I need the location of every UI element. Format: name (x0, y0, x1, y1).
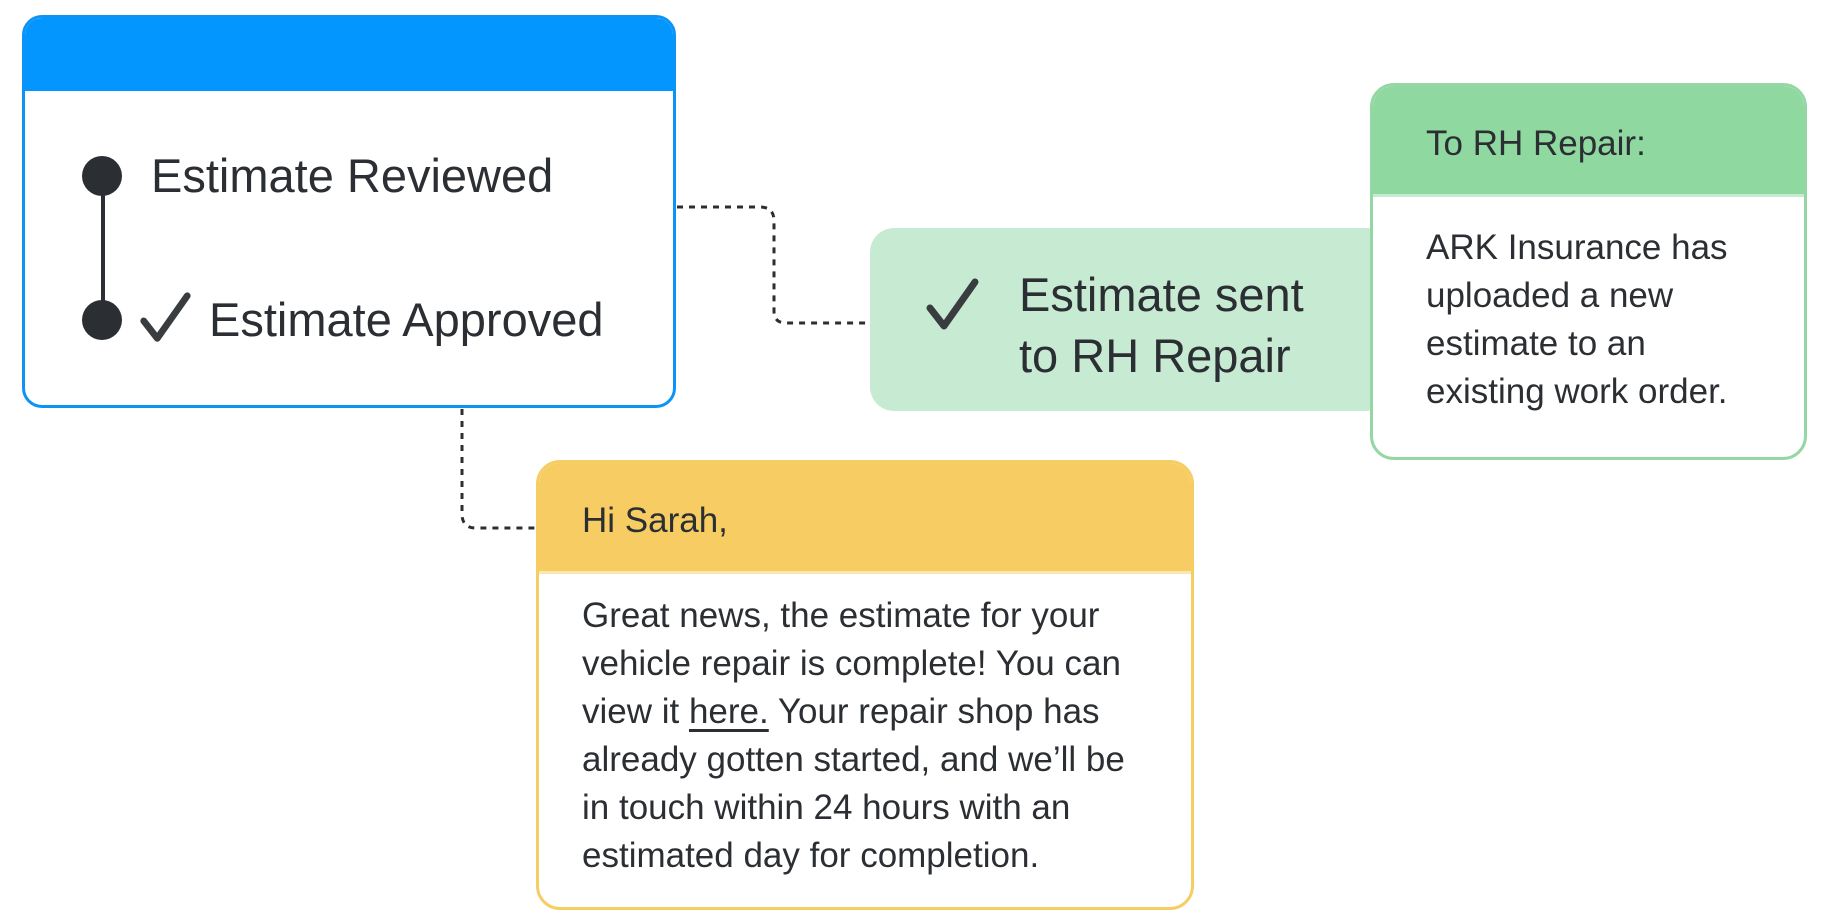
sent-line-2: to RH Repair (1019, 329, 1291, 382)
customer-message-card: Hi Sarah, Great news, the estimate for y… (536, 460, 1194, 910)
repair-note-line: existing work order. (1426, 372, 1728, 411)
message-greeting: Hi Sarah, (582, 501, 728, 540)
repair-note-body: ARK Insurance has uploaded a new estimat… (1426, 224, 1796, 416)
repair-note-line: uploaded a new (1426, 276, 1674, 315)
sent-check-icon (926, 278, 979, 330)
repair-shop-note: To RH Repair: ARK Insurance has uploaded… (1370, 83, 1807, 460)
step-reviewed-label: Estimate Reviewed (151, 149, 554, 202)
message-line-with-link: view it here. Your repair shop has (582, 688, 1182, 736)
estimate-sent-notice: Estimate sent to RH Repair (870, 228, 1390, 411)
message-line: in touch within 24 hours with an (582, 788, 1071, 827)
timeline-dot-reviewed (82, 156, 122, 196)
message-header: Hi Sarah, (539, 463, 1191, 574)
approved-check-icon (140, 292, 191, 342)
estimate-status-card: Estimate Reviewed Estimate Approved (22, 15, 676, 408)
repair-note-line: estimate to an (1426, 324, 1646, 363)
connector-status-to-message (460, 409, 536, 530)
message-line: Great news, the estimate for your (582, 596, 1100, 635)
view-estimate-link[interactable]: here. (689, 692, 769, 731)
message-line-part: Your repair shop has (768, 692, 1100, 731)
message-line: estimated day for completion. (582, 836, 1040, 875)
repair-note-line: ARK Insurance has (1426, 228, 1728, 267)
sent-line-1: Estimate sent (1019, 268, 1304, 321)
message-body: Great news, the estimate for your vehicl… (582, 592, 1182, 880)
message-line-part: view it (582, 692, 689, 731)
repair-note-title: To RH Repair: (1426, 124, 1646, 163)
status-card-header (25, 18, 673, 91)
message-line: vehicle repair is complete! You can (582, 644, 1121, 683)
message-line: already gotten started, and we’ll be (582, 740, 1125, 779)
repair-note-header: To RH Repair: (1373, 86, 1804, 197)
timeline-dot-approved (82, 300, 122, 340)
connector-status-to-sent (677, 205, 870, 325)
step-approved-label: Estimate Approved (209, 293, 604, 346)
sent-notice-text: Estimate sent to RH Repair (1019, 264, 1304, 386)
